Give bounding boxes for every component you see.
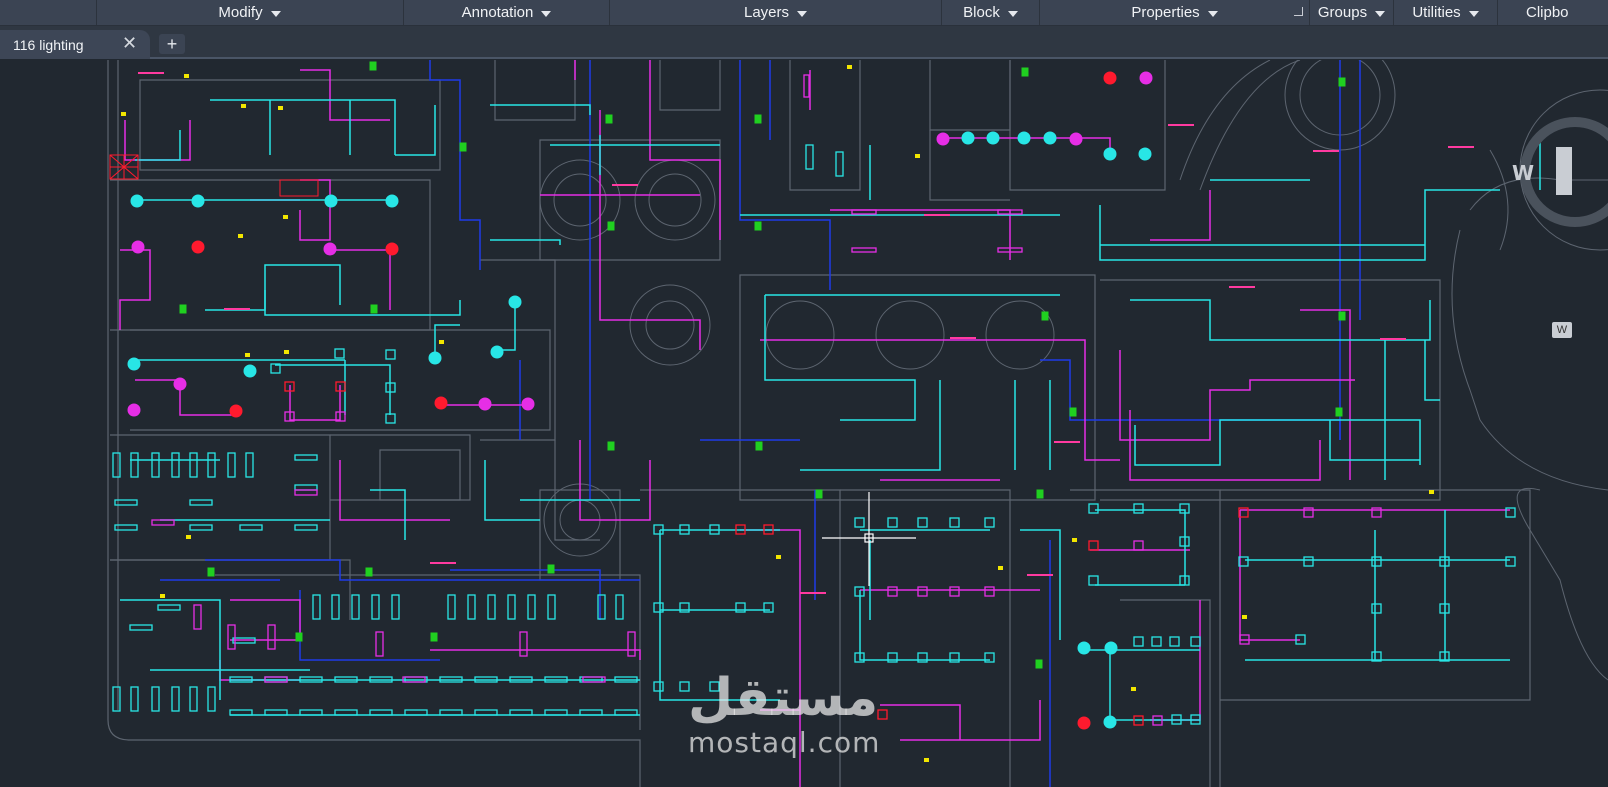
ribbon-panel-properties[interactable]: Properties <box>1040 0 1310 25</box>
watermark-logo: مستقل <box>688 668 879 728</box>
light-fixture-layer <box>112 61 1516 762</box>
chevron-down-icon <box>541 10 552 17</box>
circuit-cyan-layer <box>120 99 1541 721</box>
tab-label: 116 lighting <box>13 37 84 53</box>
ribbon-panel-modify[interactable]: Modify <box>96 0 404 25</box>
ribbon-panel-modify-label: Modify <box>218 4 263 21</box>
ribbon-panel-utilities[interactable]: Utilities <box>1394 0 1498 25</box>
corner-arrow-icon[interactable] <box>1294 7 1303 16</box>
ribbon-panel-clipboard-label: Clipbo <box>1526 4 1569 21</box>
ribbon-panel-layers[interactable]: Layers <box>610 0 942 25</box>
ribbon-panel-bar: Modify Annotation Layers Block Propertie… <box>0 0 1608 26</box>
ribbon-panel-groups[interactable]: Groups <box>1310 0 1394 25</box>
ribbon-panel-layers-label: Layers <box>743 4 790 21</box>
chevron-down-icon <box>1007 10 1018 17</box>
ribbon-panel-utilities-label: Utilities <box>1412 4 1461 21</box>
tab-116-lighting[interactable]: 116 lighting ✕ <box>0 30 150 59</box>
watermark-text: mostaql.com <box>688 726 881 759</box>
block-detail-layer <box>109 154 319 197</box>
compass-rose: W <box>1512 117 1608 227</box>
compass-letter: W <box>1512 161 1534 185</box>
ribbon-panel-properties-label: Properties <box>1131 4 1200 21</box>
round-feature-layer <box>539 60 1608 681</box>
ribbon-panel-block[interactable]: Block <box>942 0 1040 25</box>
chevron-down-icon <box>1468 10 1479 17</box>
chevron-down-icon <box>1207 10 1218 17</box>
document-tab-bar: 116 lighting ✕ + <box>0 26 1608 59</box>
chevron-down-icon <box>1375 10 1386 17</box>
ribbon-panel-groups-label: Groups <box>1317 4 1368 21</box>
close-icon[interactable]: ✕ <box>122 33 137 54</box>
ribbon-panel-block-label: Block <box>963 4 1000 21</box>
viewport-side-tab[interactable]: W <box>1552 322 1572 338</box>
chevron-down-icon <box>270 10 281 17</box>
ribbon-panel-annotation[interactable]: Annotation <box>404 0 610 25</box>
ribbon-panel-annotation-label: Annotation <box>461 4 534 21</box>
crosshair-cursor <box>822 492 916 586</box>
new-tab-button[interactable]: + <box>159 34 185 54</box>
chevron-down-icon <box>797 10 808 17</box>
ribbon-left-panel <box>0 0 97 25</box>
ribbon-panel-clipboard[interactable]: Clipbo <box>1498 0 1608 25</box>
